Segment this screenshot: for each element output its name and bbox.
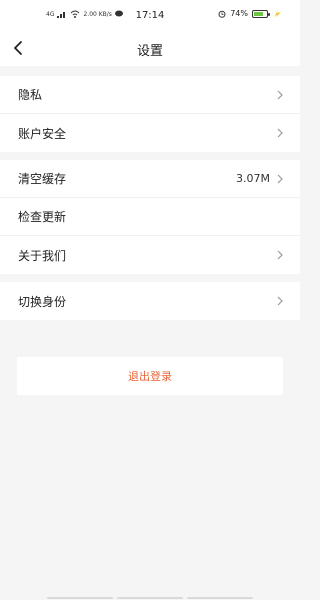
settings-group-3: 切换身份 bbox=[0, 282, 300, 320]
charging-icon bbox=[274, 10, 281, 17]
nav-bar: 设置 bbox=[0, 32, 300, 66]
logout-label: 退出登录 bbox=[128, 370, 172, 383]
row-label: 账户安全 bbox=[18, 126, 67, 141]
settings-group-2: 清空缓存 3.07M 检查更新 关于我们 bbox=[0, 160, 300, 274]
settings-row-check-update[interactable]: 检查更新 bbox=[0, 198, 300, 236]
logout-button[interactable]: 退出登录 bbox=[17, 357, 283, 395]
page-title: 设置 bbox=[136, 44, 163, 59]
status-right: 74% bbox=[218, 9, 282, 18]
settings-row-privacy[interactable]: 隐私 bbox=[0, 76, 300, 114]
settings-row-about-us[interactable]: 关于我们 bbox=[0, 236, 300, 274]
chevron-right-icon bbox=[277, 90, 283, 99]
chevron-right-icon bbox=[277, 128, 283, 138]
battery-icon bbox=[252, 9, 270, 18]
chevron-right-icon bbox=[277, 296, 283, 306]
row-label: 隐私 bbox=[18, 88, 43, 102]
row-label: 清空缓存 bbox=[18, 172, 67, 186]
row-label: 关于我们 bbox=[18, 248, 67, 263]
alarm-icon bbox=[218, 10, 226, 18]
status-bar: 4G 2.00 KB/s 17:14 74% bbox=[0, 0, 300, 32]
home-indicator bbox=[0, 596, 300, 600]
chevron-right-icon bbox=[277, 174, 283, 183]
settings-group-1: 隐私 账户安全 bbox=[0, 76, 300, 152]
row-label: 切换身份 bbox=[18, 294, 67, 309]
row-label: 检查更新 bbox=[18, 210, 67, 224]
settings-row-clear-cache[interactable]: 清空缓存 3.07M bbox=[0, 160, 300, 198]
battery-percent: 74% bbox=[230, 9, 248, 18]
chevron-right-icon bbox=[277, 250, 283, 260]
settings-row-switch-identity[interactable]: 切换身份 bbox=[0, 282, 300, 320]
settings-row-account-security[interactable]: 账户安全 bbox=[0, 114, 300, 152]
cache-size-value: 3.07M bbox=[236, 172, 270, 185]
